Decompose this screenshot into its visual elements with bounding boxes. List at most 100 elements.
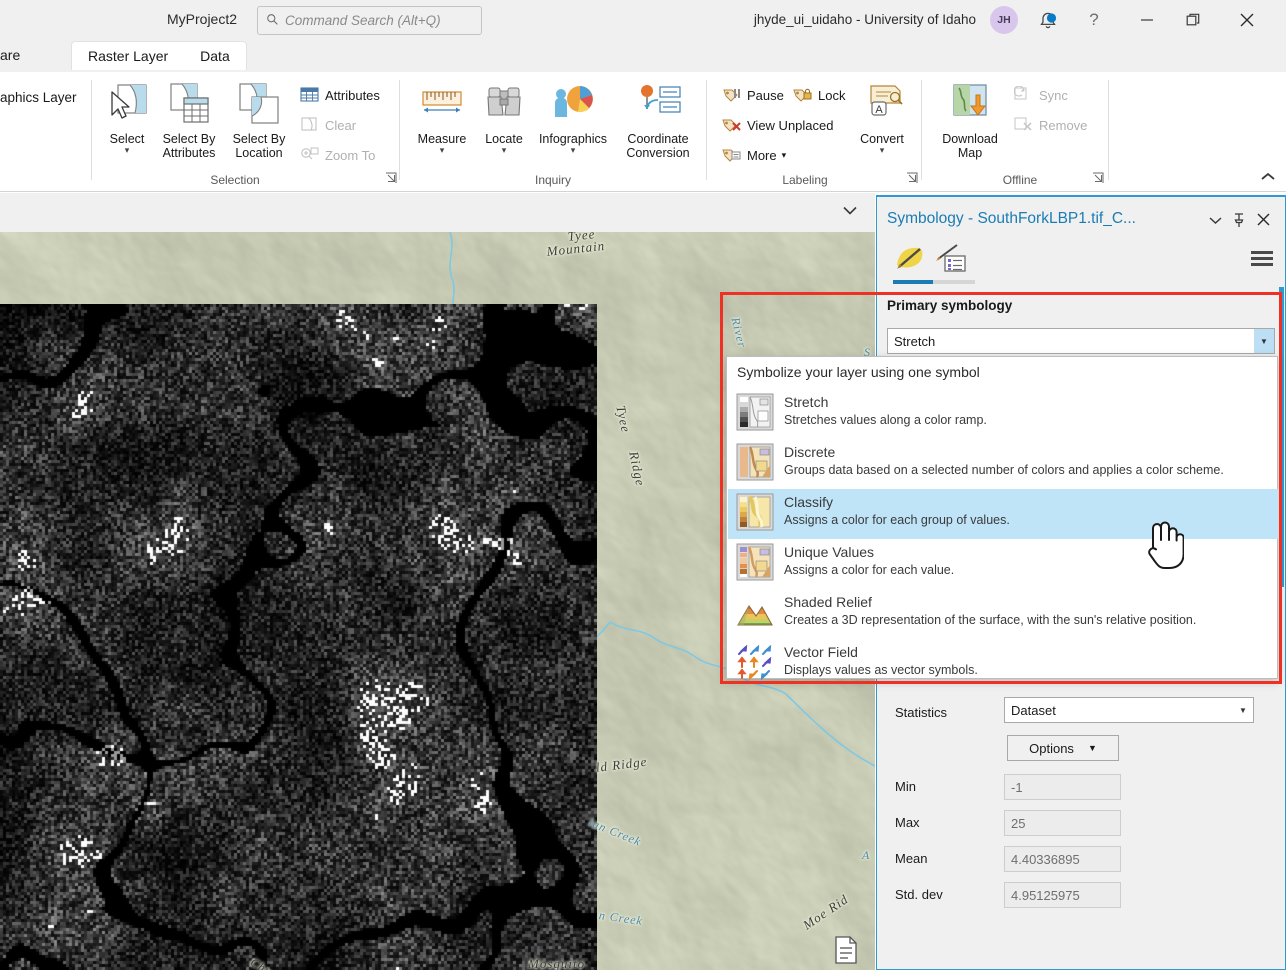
selection-dialog-launcher[interactable] [385,172,397,187]
dropdown-option-discrete-desc: Groups data based on a selected number o… [784,463,1224,477]
avatar[interactable]: JH [990,6,1018,34]
panel-menu-chevron-button[interactable] [1207,213,1223,231]
zoom-to-button: Zoom To [300,144,375,166]
hamburger-menu-icon[interactable] [1251,251,1273,267]
dropdown-option-vector-field-desc: Displays values as vector symbols. [784,663,978,677]
select-by-location-label-2: Location [235,146,283,160]
pause-labels-button[interactable]: Pause [722,84,784,106]
ribbon-divider [399,80,400,180]
raster-layer-southforklbp1[interactable] [0,304,597,970]
pause-labels-icon [722,86,742,104]
statistics-mean-row: Mean 4.40336895 [877,846,1285,876]
download-map-button[interactable]: Download Map [930,82,1010,160]
hand-pointer-cursor [1140,518,1185,570]
command-search-placeholder: Command Search (Alt+Q) [285,13,441,28]
select-by-attributes-button[interactable]: Select By Attributes [151,82,227,160]
statistics-options-label: Options [1029,740,1074,756]
pin-icon[interactable] [1231,213,1247,231]
statistics-min-row: Min -1 [877,774,1285,804]
map-note-icon[interactable] [832,935,860,965]
panel-tab-underline [893,280,975,284]
dropdown-option-shaded-relief[interactable]: Shaded Relief Creates a 3D representatio… [728,589,1278,639]
remove-offline-button: Remove [1014,114,1087,136]
offline-group-caption: Offline [1002,173,1038,187]
select-by-attributes-icon [166,82,212,129]
dropdown-option-unique-values[interactable]: Unique Values Assigns a color for each v… [728,539,1278,589]
title-bar: MyProject2 Command Search (Alt+Q) jhyde_… [0,0,1286,40]
chevron-down-icon[interactable]: ▾ [125,146,130,155]
zoom-to-label: Zoom To [325,147,376,163]
sync-offline-button: Sync [1013,84,1068,106]
panel-scrollbar[interactable] [1279,287,1284,967]
chevron-down-icon[interactable]: ▾ [502,146,507,155]
statistics-max-row: Max 25 [877,810,1285,840]
dropdown-option-stretch[interactable]: Stretch Stretches values along a color r… [728,389,1278,439]
offline-dialog-launcher[interactable] [1092,172,1104,187]
notification-bell-icon[interactable] [1036,10,1060,34]
ribbon-collapse-button[interactable] [1256,170,1280,190]
primary-symbology-value: Stretch [894,333,936,349]
locate-label: Locate [485,132,523,146]
clear-selection-button: Clear [300,114,356,136]
select-by-location-button[interactable]: Select By Location [222,82,296,160]
chevron-down-icon[interactable]: ▾ [880,146,885,155]
chevron-down-icon[interactable]: ▾ [440,146,445,155]
contextual-tab-group: Raster Layer Data [71,41,247,70]
primary-symbology-combobox[interactable]: Stretch ▼ [887,328,1275,354]
primary-symbology-label: Primary symbology [887,298,1013,313]
statistics-mean-label: Mean [895,851,928,866]
dropdown-option-classify[interactable]: Classify Assigns a color for each group … [728,489,1278,539]
selection-group-caption: Selection [210,173,260,187]
chevron-down-icon[interactable] [843,203,857,218]
chevron-down-icon[interactable]: ▼ [1254,329,1274,353]
infographics-button[interactable]: Infographics ▾ [530,82,616,155]
dropdown-option-vector-field-label: Vector Field [784,644,858,660]
map-view-toolbar [0,193,875,232]
attributes-button[interactable]: Attributes [300,84,380,106]
statistics-source-combobox[interactable]: Dataset ▼ [1004,697,1254,723]
select-by-attributes-label-1: Select By [162,132,216,146]
chevron-down-icon[interactable]: ▾ [571,146,576,155]
clear-selection-icon [300,116,320,134]
coordinate-conversion-button[interactable]: Coordinate Conversion [613,82,703,160]
help-button[interactable]: ? [1082,8,1106,32]
command-search-input[interactable]: Command Search (Alt+Q) [257,6,482,35]
statistics-min-value: -1 [1004,774,1121,800]
lock-labels-label: Lock [818,87,846,103]
select-by-location-label-1: Select By [232,132,286,146]
convert-labels-button[interactable]: A Convert ▾ [848,82,916,155]
tab-share[interactable]: are [0,47,20,63]
statistics-options-button[interactable]: Options ▼ [1007,735,1119,761]
more-labels-icon [722,146,742,164]
vary-symbology-icon[interactable] [933,243,969,275]
measure-label: Measure [417,132,467,146]
lock-labels-button[interactable]: Lock [793,84,845,106]
zoom-to-icon [300,146,320,164]
coordinate-conversion-label-1: Coordinate [627,132,689,146]
close-button[interactable] [1224,4,1270,36]
view-unplaced-button[interactable]: View Unplaced [722,114,833,136]
sync-label: Sync [1039,87,1068,103]
statistics-max-value: 25 [1004,810,1121,836]
more-labels-button[interactable]: More ▾ [722,144,786,166]
dropdown-option-discrete[interactable]: Discrete Groups data based on a selected… [728,439,1278,489]
primary-symbology-dropdown[interactable]: Symbolize your layer using one symbol St… [726,356,1278,681]
symbology-paint-icon[interactable] [893,243,929,275]
chevron-down-icon[interactable]: ▾ [782,150,787,161]
dropdown-option-vector-field[interactable]: Vector Field Displays values as vector s… [728,639,1278,689]
download-map-icon [946,82,994,129]
close-icon[interactable] [1255,213,1271,231]
maximize-restore-button[interactable] [1170,4,1216,36]
convert-labels-icon: A [859,82,905,129]
minimize-button[interactable] [1124,4,1170,36]
tab-raster-layer[interactable]: Raster Layer [72,43,184,70]
chevron-down-icon[interactable]: ▼ [1233,698,1253,722]
clear-selection-label: Clear [325,117,357,133]
account-label[interactable]: jhyde_ui_uidaho - University of Idaho [754,12,976,27]
tab-data[interactable]: Data [184,43,246,70]
view-unplaced-label: View Unplaced [747,117,834,133]
labeling-dialog-launcher[interactable] [906,172,918,187]
search-icon [266,13,279,29]
select-arrow-icon [104,82,150,129]
project-name: MyProject2 [167,11,238,27]
